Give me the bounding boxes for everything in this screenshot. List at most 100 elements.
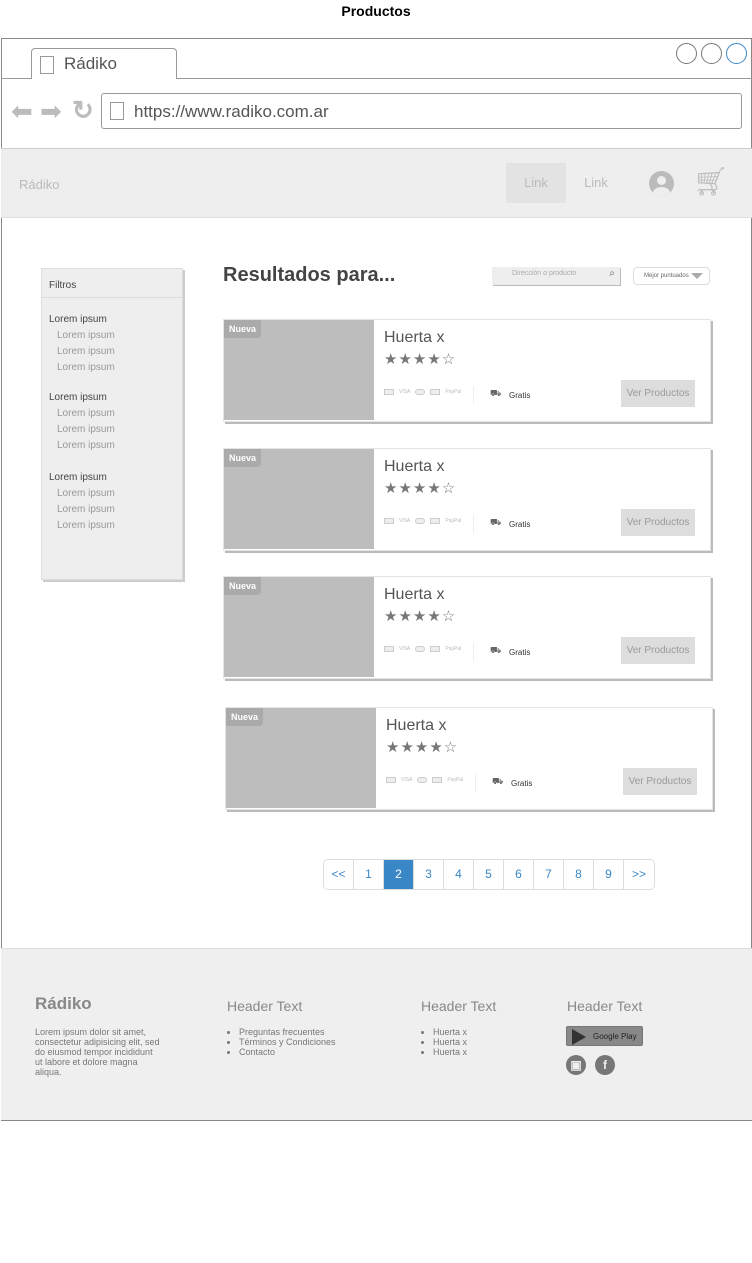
star-rating: ★★★★☆ bbox=[384, 608, 457, 625]
product-image[interactable]: Nueva bbox=[224, 449, 374, 549]
footer-header-1: Header Text bbox=[227, 998, 303, 1014]
card-icon bbox=[384, 646, 394, 652]
divider bbox=[473, 386, 474, 404]
filter-item[interactable]: Lorem ipsum bbox=[42, 360, 182, 376]
footer-link[interactable]: Términos y Condiciones bbox=[239, 1037, 336, 1047]
product-card: Nueva Huerta x ★★★★☆ VISA PayPal ⛟ Gratis… bbox=[225, 707, 713, 810]
filter-group-label[interactable]: Lorem ipsum bbox=[42, 470, 182, 486]
page-button[interactable]: 4 bbox=[444, 860, 474, 889]
divider bbox=[473, 515, 474, 533]
url-bar[interactable]: https://www.radiko.com.ar bbox=[101, 93, 742, 129]
visa-icon: VISA bbox=[399, 518, 411, 524]
page-button[interactable]: 6 bbox=[504, 860, 534, 889]
product-card: Nueva Huerta x ★★★★☆ VISA PayPal ⛟ Gratis… bbox=[223, 576, 711, 679]
document-icon bbox=[110, 102, 124, 120]
search-icon[interactable]: ⌕ bbox=[609, 268, 615, 279]
footer-header-3: Header Text bbox=[567, 998, 643, 1014]
product-name[interactable]: Huerta x bbox=[384, 329, 444, 347]
mastercard-icon bbox=[415, 389, 426, 395]
product-card: Nueva Huerta x ★★★★☆ VISA PayPal ⛟ Gratis… bbox=[223, 319, 711, 422]
payment-methods: VISA PayPal bbox=[384, 646, 461, 652]
page-button[interactable]: 5 bbox=[474, 860, 504, 889]
tab-title: Rádiko bbox=[64, 54, 117, 73]
mastercard-icon bbox=[417, 777, 428, 783]
visa-icon: VISA bbox=[399, 646, 411, 652]
chevron-down-icon bbox=[691, 273, 703, 279]
filter-group-label[interactable]: Lorem ipsum bbox=[42, 312, 182, 328]
page-title: Productos bbox=[341, 3, 411, 19]
new-badge: Nueva bbox=[224, 577, 262, 595]
view-products-button[interactable]: Ver Productos bbox=[621, 637, 695, 664]
filters-sidebar: Filtros Lorem ipsum Lorem ipsum Lorem ip… bbox=[41, 268, 183, 580]
search-input[interactable]: Dirección o producto ⌕ bbox=[492, 267, 620, 285]
card-icon bbox=[430, 646, 441, 652]
url-text: https://www.radiko.com.ar bbox=[134, 102, 329, 121]
first-page-button[interactable]: << bbox=[324, 860, 354, 889]
page-button[interactable]: 2 bbox=[384, 860, 414, 889]
footer-header-2: Header Text bbox=[421, 998, 497, 1014]
product-card: Nueva Huerta x ★★★★☆ VISA PayPal ⛟ Gratis… bbox=[223, 448, 711, 551]
filter-item[interactable]: Lorem ipsum bbox=[42, 502, 182, 518]
back-arrow-icon[interactable]: ⬅ bbox=[11, 98, 33, 124]
card-icon bbox=[384, 389, 394, 395]
footer-link[interactable]: Huerta x bbox=[433, 1047, 467, 1057]
footer-link[interactable]: Huerta x bbox=[433, 1027, 467, 1037]
product-image[interactable]: Nueva bbox=[224, 320, 374, 420]
filter-item[interactable]: Lorem ipsum bbox=[42, 328, 182, 344]
product-image[interactable]: Nueva bbox=[226, 708, 376, 808]
footer-link[interactable]: Huerta x bbox=[433, 1037, 467, 1047]
facebook-icon[interactable]: f bbox=[595, 1055, 615, 1075]
sort-dropdown[interactable]: Mejor puntuados bbox=[633, 267, 710, 285]
site-navbar: Rádiko Link Link 🛒︎ bbox=[1, 149, 752, 218]
product-image[interactable]: Nueva bbox=[224, 577, 374, 677]
card-icon bbox=[384, 518, 394, 524]
shipping-label: Gratis bbox=[511, 779, 533, 788]
card-icon bbox=[430, 389, 441, 395]
page-button[interactable]: 1 bbox=[354, 860, 384, 889]
forward-arrow-icon[interactable]: ➡ bbox=[40, 98, 62, 124]
view-products-button[interactable]: Ver Productos bbox=[621, 380, 695, 407]
shipping-label: Gratis bbox=[509, 391, 531, 400]
filter-item[interactable]: Lorem ipsum bbox=[42, 344, 182, 360]
truck-icon: ⛟ bbox=[492, 776, 504, 786]
cart-icon[interactable]: 🛒︎ bbox=[693, 165, 729, 198]
footer-link[interactable]: Preguntas frecuentes bbox=[239, 1027, 336, 1037]
page-button[interactable]: 8 bbox=[564, 860, 594, 889]
pagination: << 1 2 3 4 5 6 7 8 9 >> bbox=[323, 859, 655, 890]
payment-methods: VISA PayPal bbox=[384, 518, 461, 524]
star-rating: ★★★★☆ bbox=[384, 351, 457, 368]
card-icon bbox=[386, 777, 396, 783]
maximize-button[interactable] bbox=[701, 43, 722, 64]
browser-tab[interactable]: Rádiko bbox=[31, 48, 177, 79]
filter-group-label[interactable]: Lorem ipsum bbox=[42, 390, 182, 406]
filter-item[interactable]: Lorem ipsum bbox=[42, 406, 182, 422]
filter-item[interactable]: Lorem ipsum bbox=[42, 422, 182, 438]
new-badge: Nueva bbox=[226, 708, 264, 726]
reload-icon[interactable]: ↻ bbox=[72, 97, 94, 123]
minimize-button[interactable] bbox=[676, 43, 697, 64]
visa-icon: VISA bbox=[399, 389, 411, 395]
last-page-button[interactable]: >> bbox=[624, 860, 654, 889]
close-button[interactable] bbox=[726, 43, 747, 64]
page-button[interactable]: 9 bbox=[594, 860, 624, 889]
nav-link-2[interactable]: Link bbox=[566, 163, 626, 203]
card-icon bbox=[430, 518, 441, 524]
visa-icon: VISA bbox=[401, 777, 413, 783]
page-button[interactable]: 7 bbox=[534, 860, 564, 889]
footer-link[interactable]: Contacto bbox=[239, 1047, 336, 1057]
view-products-button[interactable]: Ver Productos bbox=[623, 768, 697, 795]
product-name[interactable]: Huerta x bbox=[384, 458, 444, 476]
user-icon[interactable] bbox=[649, 171, 674, 196]
product-name[interactable]: Huerta x bbox=[386, 717, 446, 735]
nav-link-1[interactable]: Link bbox=[506, 163, 566, 203]
product-name[interactable]: Huerta x bbox=[384, 586, 444, 604]
filter-item[interactable]: Lorem ipsum bbox=[42, 438, 182, 454]
page-button[interactable]: 3 bbox=[414, 860, 444, 889]
footer-brand: Rádiko bbox=[35, 994, 92, 1013]
view-products-button[interactable]: Ver Productos bbox=[621, 509, 695, 536]
brand-logo[interactable]: Rádiko bbox=[19, 177, 59, 192]
filter-item[interactable]: Lorem ipsum bbox=[42, 518, 182, 534]
instagram-icon[interactable]: ▣ bbox=[566, 1055, 586, 1075]
google-play-button[interactable]: Google Play bbox=[566, 1026, 643, 1046]
filter-item[interactable]: Lorem ipsum bbox=[42, 486, 182, 502]
